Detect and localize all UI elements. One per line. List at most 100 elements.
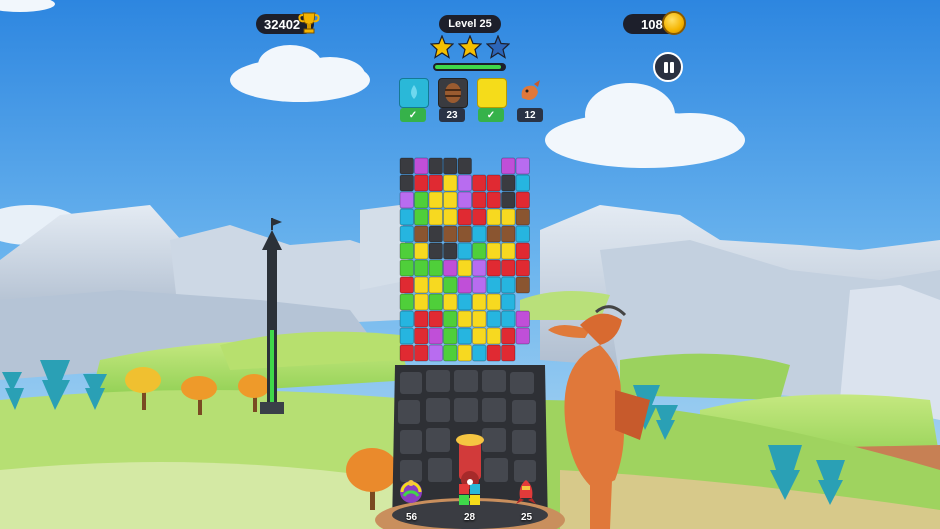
tower-block[interactable] <box>443 344 458 362</box>
tower-block[interactable] <box>428 259 443 277</box>
tower-block[interactable] <box>399 225 414 243</box>
tower-block[interactable] <box>515 208 530 226</box>
tower-block[interactable] <box>414 344 429 362</box>
tower-block[interactable] <box>501 157 516 175</box>
tower-block[interactable] <box>486 327 501 345</box>
tower-block[interactable] <box>457 344 472 362</box>
tower-block[interactable] <box>486 191 501 209</box>
rocket-booster-icon[interactable] <box>514 478 538 506</box>
tower-block[interactable] <box>399 191 414 209</box>
tower-block[interactable] <box>428 276 443 294</box>
tower-block[interactable] <box>428 242 443 260</box>
tower-block[interactable] <box>501 327 516 345</box>
tower-block[interactable] <box>457 208 472 226</box>
tower-block[interactable] <box>443 191 458 209</box>
tower-block[interactable] <box>486 310 501 328</box>
tower-block[interactable] <box>399 293 414 311</box>
tower-block[interactable] <box>472 276 487 294</box>
tower-block[interactable] <box>428 225 443 243</box>
tower-block[interactable] <box>414 310 429 328</box>
tower-block[interactable] <box>414 259 429 277</box>
tower-block[interactable] <box>472 327 487 345</box>
tower-block[interactable] <box>472 310 487 328</box>
tower-block[interactable] <box>457 310 472 328</box>
tower-block[interactable] <box>443 157 458 175</box>
tower-block[interactable] <box>472 344 487 362</box>
rainbow-ball-booster-icon[interactable] <box>398 478 424 506</box>
pause-button[interactable] <box>653 52 683 82</box>
tower-block[interactable] <box>399 310 414 328</box>
tower-block[interactable] <box>457 276 472 294</box>
tower-block[interactable] <box>428 344 443 362</box>
tower-block[interactable] <box>515 157 530 175</box>
tower-block[interactable] <box>443 259 458 277</box>
tower-block[interactable] <box>414 276 429 294</box>
tower-block[interactable] <box>428 208 443 226</box>
tower-block[interactable] <box>501 225 516 243</box>
tower-block[interactable] <box>515 259 530 277</box>
tower-block[interactable] <box>472 208 487 226</box>
tower-block[interactable] <box>428 174 443 192</box>
tower-block[interactable] <box>486 293 501 311</box>
tower-blocks[interactable] <box>0 0 940 529</box>
tower-block[interactable] <box>457 225 472 243</box>
tower-block[interactable] <box>443 276 458 294</box>
tower-block[interactable] <box>457 242 472 260</box>
tower-block[interactable] <box>515 327 530 345</box>
tower-block[interactable] <box>486 208 501 226</box>
tower-block[interactable] <box>399 208 414 226</box>
tower-block[interactable] <box>457 293 472 311</box>
tower-block[interactable] <box>515 191 530 209</box>
tower-block[interactable] <box>428 191 443 209</box>
tower-block[interactable] <box>472 259 487 277</box>
tower-block[interactable] <box>501 259 516 277</box>
tower-block[interactable] <box>414 327 429 345</box>
tower-block[interactable] <box>501 208 516 226</box>
tower-block[interactable] <box>486 259 501 277</box>
tower-block[interactable] <box>399 157 414 175</box>
cube-bomb-booster-icon[interactable] <box>456 478 484 506</box>
tower-block[interactable] <box>501 310 516 328</box>
tower-block[interactable] <box>443 225 458 243</box>
tower-block[interactable] <box>414 293 429 311</box>
tower-block[interactable] <box>457 327 472 345</box>
tower-block[interactable] <box>399 174 414 192</box>
tower-block[interactable] <box>457 259 472 277</box>
tower-block[interactable] <box>414 208 429 226</box>
tower-block[interactable] <box>472 174 487 192</box>
tower-block[interactable] <box>486 242 501 260</box>
tower-block[interactable] <box>443 310 458 328</box>
tower-block[interactable] <box>399 327 414 345</box>
tower-block[interactable] <box>472 191 487 209</box>
tower-block[interactable] <box>501 174 516 192</box>
tower-block[interactable] <box>486 344 501 362</box>
tower-block[interactable] <box>443 327 458 345</box>
tower-block[interactable] <box>501 276 516 294</box>
tower-block[interactable] <box>399 242 414 260</box>
tower-block[interactable] <box>443 242 458 260</box>
tower-block[interactable] <box>399 344 414 362</box>
tower-block[interactable] <box>472 242 487 260</box>
tower-block[interactable] <box>515 276 530 294</box>
tower-block[interactable] <box>443 174 458 192</box>
tower-block[interactable] <box>515 174 530 192</box>
tower-block[interactable] <box>443 208 458 226</box>
tower-block[interactable] <box>501 191 516 209</box>
tower-block[interactable] <box>501 344 516 362</box>
tower-block[interactable] <box>443 293 458 311</box>
tower-block[interactable] <box>428 310 443 328</box>
tower-block[interactable] <box>414 191 429 209</box>
tower-block[interactable] <box>457 157 472 175</box>
tower-block[interactable] <box>515 242 530 260</box>
tower-block[interactable] <box>428 157 443 175</box>
tower-block[interactable] <box>428 327 443 345</box>
tower-block[interactable] <box>515 225 530 243</box>
tower-block[interactable] <box>457 191 472 209</box>
tower-block[interactable] <box>414 225 429 243</box>
tower-block[interactable] <box>457 174 472 192</box>
tower-block[interactable] <box>486 174 501 192</box>
tower-block[interactable] <box>515 310 530 328</box>
tower-block[interactable] <box>414 174 429 192</box>
tower-block[interactable] <box>414 157 429 175</box>
tower-block[interactable] <box>501 242 516 260</box>
